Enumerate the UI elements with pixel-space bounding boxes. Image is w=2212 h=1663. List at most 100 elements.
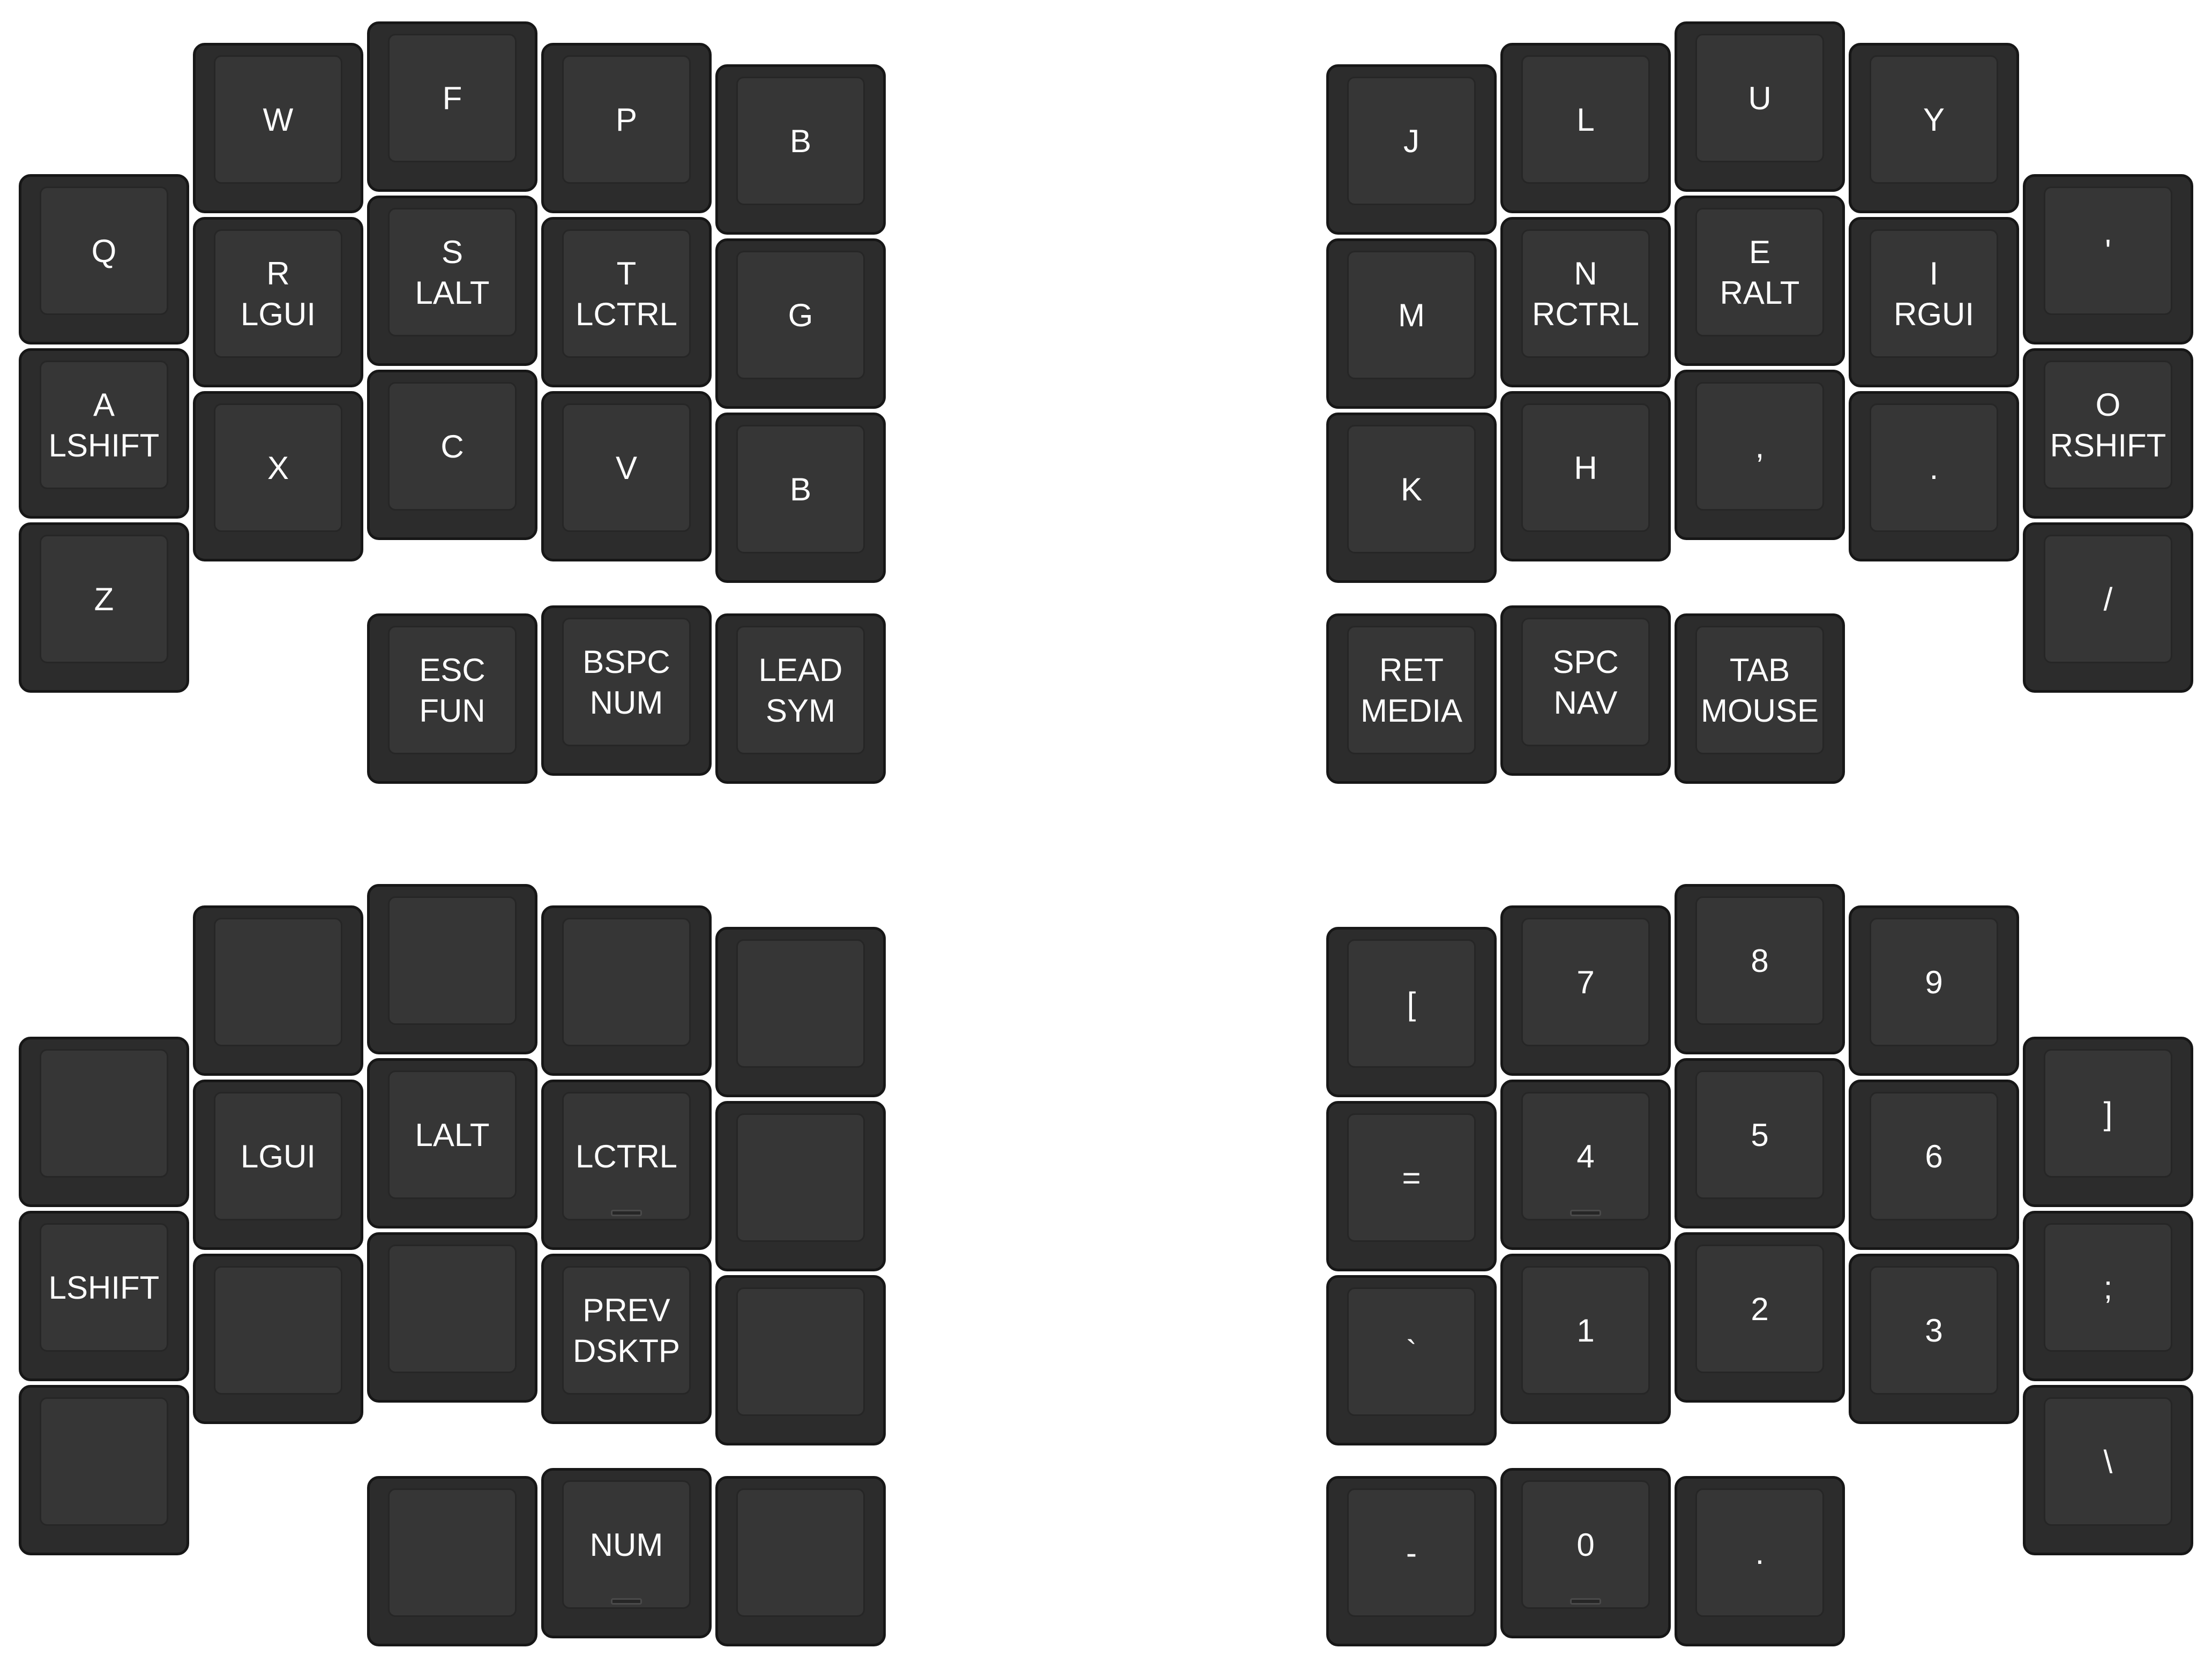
key-tap-label: 4 (1576, 1138, 1595, 1174)
key-label: . (1851, 394, 2016, 543)
key-num-left-blank (367, 1232, 537, 1403)
key-label: N RCTRL (1503, 220, 1668, 369)
key-tap-label: B (789, 471, 812, 507)
key-tap-label: SPC (1552, 644, 1619, 680)
key-tap-label: - (1406, 1535, 1417, 1571)
key-base-right-e: E RALT (1675, 196, 1845, 366)
key-tap-label: . (1929, 450, 1939, 486)
key-tap-label: LGUI (240, 1138, 316, 1174)
key-base-left-c: C (367, 370, 537, 540)
key-num-left-blank (715, 1275, 886, 1445)
key-tap-label: W (263, 102, 294, 138)
key-hold-label: SYM (765, 693, 836, 729)
thumb-key-num-right-blank: - (1326, 1476, 1497, 1646)
key-num-right-blank: \ (2023, 1385, 2193, 1555)
key-hold-label: NAV (1553, 685, 1618, 721)
key-label: ' (2026, 177, 2191, 326)
key-tap-label: U (1748, 80, 1772, 116)
key-label: ESC FUN (370, 616, 535, 765)
key-num-left-lgui: LGUI (193, 1080, 363, 1250)
thumb-key-num-left-num: NUM (541, 1468, 712, 1638)
key-tap-label: C (440, 429, 464, 465)
key-num-left-blank (193, 1254, 363, 1424)
key-num-right-4: 4 (1500, 1080, 1671, 1250)
key-label: 9 (1851, 908, 2016, 1057)
key-num-left-blank (193, 905, 363, 1076)
key-tap-label: ] (2103, 1096, 2113, 1132)
key-base-left-x: X (193, 391, 363, 561)
key-base-left-b: B (715, 64, 886, 235)
key-label (196, 1256, 361, 1405)
key-tap-label: B (789, 123, 812, 159)
key-base-right-m: M (1326, 238, 1497, 409)
key-tap-label: LALT (415, 1117, 490, 1153)
key-tap-label: Y (1923, 102, 1945, 138)
key-num-right-blank: ` (1326, 1275, 1497, 1445)
thumb-key-num-left-blank (715, 1476, 886, 1646)
key-hold-label: MEDIA (1360, 693, 1463, 729)
held-indicator (611, 1598, 642, 1605)
held-indicator (611, 1210, 642, 1216)
key-tap-label: K (1400, 471, 1423, 507)
key-label: ; (2026, 1213, 2191, 1362)
key-num-right-5: 5 (1675, 1058, 1845, 1228)
key-base-left-v: V (541, 391, 712, 561)
key-tap-label: T (616, 256, 637, 291)
key-tap-label: Z (94, 581, 114, 617)
key-hold-label: RSHIFT (2050, 428, 2166, 463)
key-label: Z (21, 525, 186, 674)
key-tap-label: \ (2103, 1444, 2113, 1480)
key-label: 7 (1503, 908, 1668, 1057)
key-tap-label: ' (2105, 233, 2111, 269)
key-tap-label: 8 (1751, 943, 1769, 979)
key-label: A LSHIFT (21, 351, 186, 500)
key-base-left-g: G (715, 238, 886, 409)
key-label: M (1329, 241, 1494, 390)
key-label: Q (21, 177, 186, 326)
key-base-right-o: O RSHIFT (2023, 348, 2193, 519)
key-num-left-blank (541, 905, 712, 1076)
key-label (370, 1479, 535, 1628)
key-tap-label: M (1398, 297, 1425, 333)
key-hold-label: LGUI (240, 296, 316, 332)
key-base-right-blank: . (1849, 391, 2019, 561)
key-tap-label: TAB (1729, 652, 1790, 688)
key-tap-label: J (1403, 123, 1419, 159)
key-label: C (370, 372, 535, 521)
key-tap-label: ESC (419, 652, 485, 688)
key-label (196, 908, 361, 1057)
key-label: ] (2026, 1039, 2191, 1188)
key-tap-label: ; (2103, 1270, 2113, 1306)
key-tap-label: V (615, 450, 638, 486)
key-label (370, 887, 535, 1036)
key-tap-label: , (1755, 429, 1765, 465)
key-tap-label: / (2103, 581, 2113, 617)
key-label: PREV DSKTP (544, 1256, 709, 1405)
key-num-left-prev: PREV DSKTP (541, 1254, 712, 1424)
key-base-right-blank: ' (2023, 174, 2193, 344)
key-num-right-blank: [ (1326, 927, 1497, 1097)
key-label: BSPC NUM (544, 608, 709, 757)
key-label: LSHIFT (21, 1213, 186, 1362)
key-tap-label: A (93, 387, 115, 423)
key-tap-label: 3 (1925, 1313, 1943, 1349)
key-label: RET MEDIA (1329, 616, 1494, 765)
key-label: LGUI (196, 1082, 361, 1231)
key-label: . (1677, 1479, 1842, 1628)
key-base-right-u: U (1675, 21, 1845, 192)
key-label: I RGUI (1851, 220, 2016, 369)
key-tap-label: G (788, 297, 813, 333)
key-tap-label: Q (91, 233, 117, 269)
key-hold-label: DSKTP (572, 1333, 681, 1369)
key-label: 5 (1677, 1061, 1842, 1210)
key-tap-label: E (1748, 234, 1771, 270)
key-num-left-blank (715, 1101, 886, 1271)
key-base-left-a: A LSHIFT (19, 348, 189, 519)
thumb-key-base-left-esc: ESC FUN (367, 613, 537, 784)
key-label: T LCTRL (544, 220, 709, 369)
key-label: V (544, 394, 709, 543)
thumb-key-num-right-blank: . (1675, 1476, 1845, 1646)
key-label: 0 (1503, 1471, 1668, 1620)
key-label: [ (1329, 930, 1494, 1078)
key-label (718, 1104, 883, 1253)
